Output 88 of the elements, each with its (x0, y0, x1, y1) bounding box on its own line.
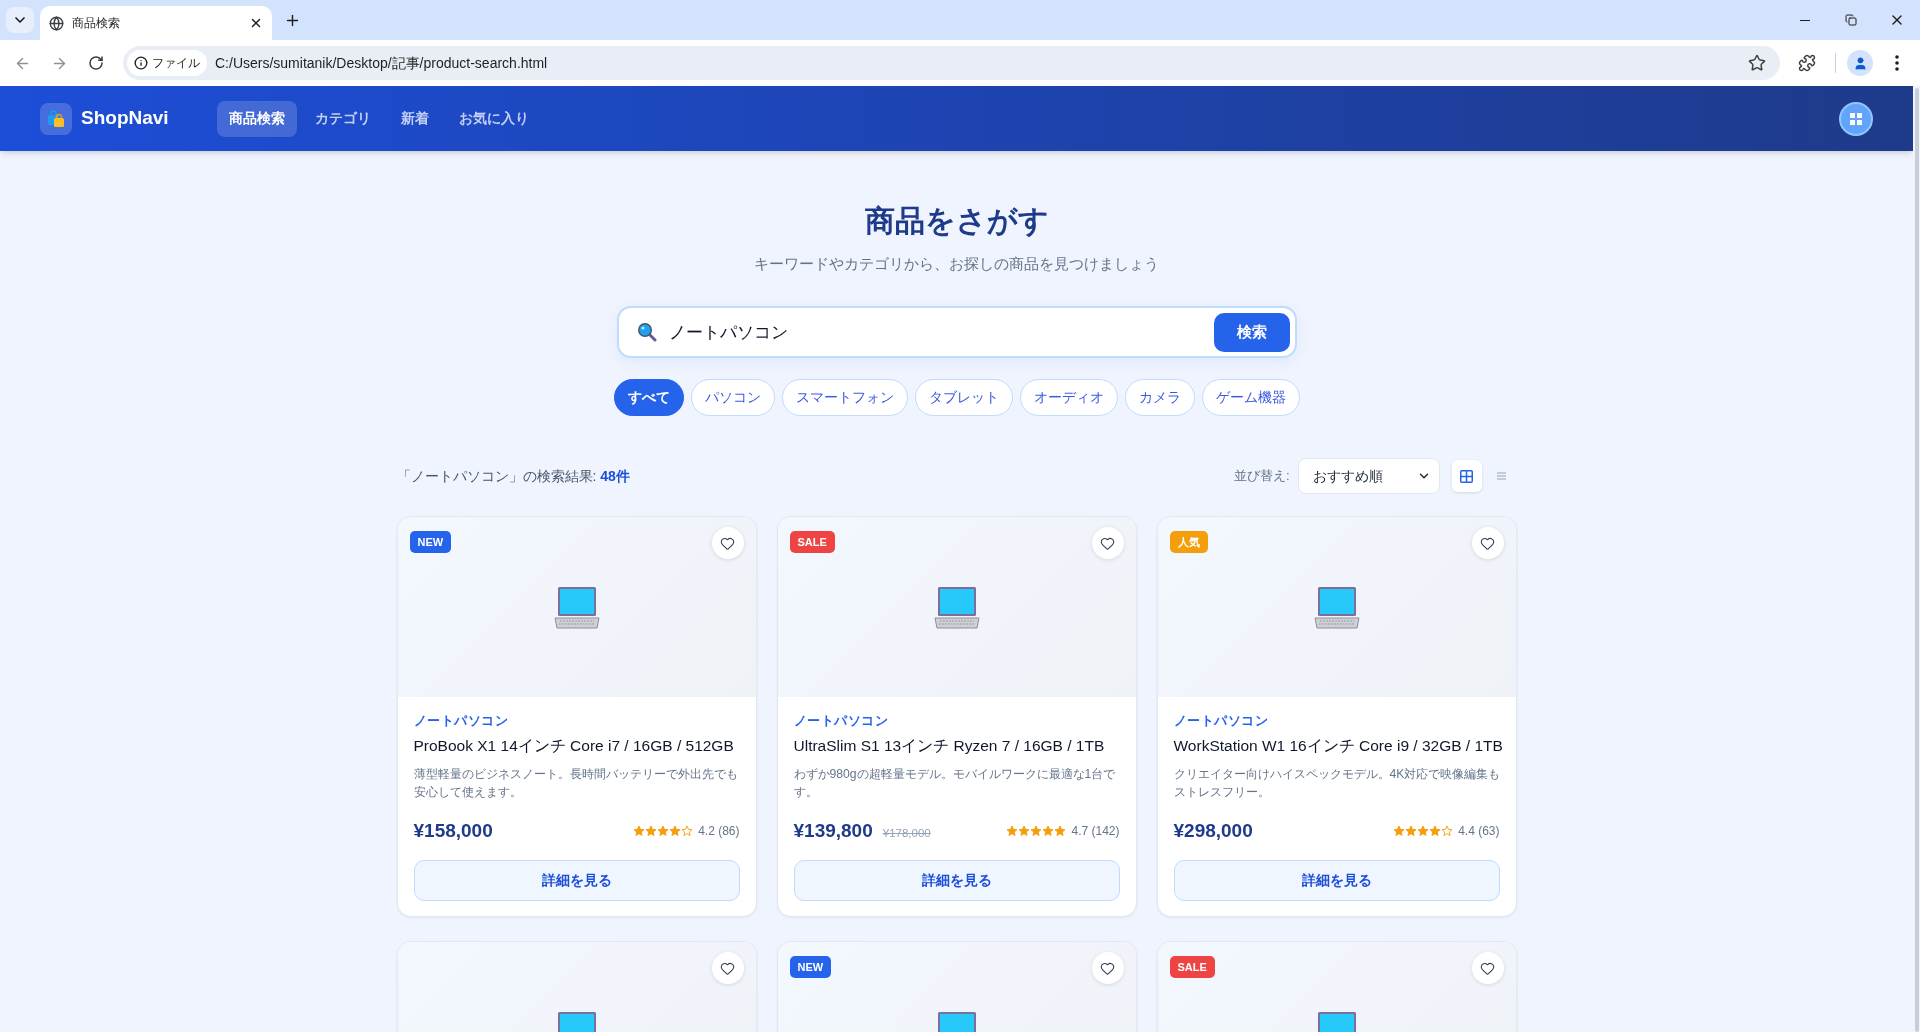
product-price: ¥158,000 (413, 818, 493, 843)
product-category: ノートパソコン (1173, 713, 1269, 729)
category-chip[interactable]: スマートフォン (781, 379, 908, 416)
tab-title: 商品検索 (72, 15, 121, 32)
nav-link[interactable]: お気に入り (446, 100, 541, 137)
original-price: ¥178,000 (882, 825, 931, 841)
star-icon (645, 825, 658, 837)
product-price: ¥139,800 (793, 818, 873, 843)
logo-text: ShopNavi (81, 106, 169, 131)
star-icon (1429, 825, 1442, 837)
product-description: クリエイター向けハイスペックモデル。4K対応で映像編集もストレスフリー。 (1173, 766, 1502, 801)
address-bar[interactable]: ファイル C:/Users/sumitanik/Desktop/記事/product-search.html (123, 46, 1780, 80)
search-button[interactable]: 検索 (1213, 312, 1290, 352)
details-button[interactable]: 詳細を見る (793, 860, 1120, 901)
sort-label: 並び替え: (1233, 467, 1290, 486)
product-price: ¥298,000 (1173, 818, 1253, 843)
page-title: 商品をさがす (864, 203, 1049, 239)
product-title: ProBook X1 14インチ Core i7 / 16GB / 512GB (413, 736, 735, 756)
tab-list-button[interactable] (6, 7, 34, 33)
bookmark-star-icon[interactable] (1748, 54, 1766, 72)
shopping-bags-icon (40, 102, 72, 135)
search-field[interactable]: ノートパソコン 検索 (616, 306, 1297, 358)
star-icon (1441, 825, 1454, 837)
page-subtitle: キーワードやカテゴリから、お探しの商品を見つけましょう (754, 254, 1159, 274)
globe-icon (49, 15, 64, 31)
list-view-icon (1497, 472, 1506, 480)
favorite-button[interactable] (1091, 952, 1124, 984)
product-badge: SALE (789, 531, 835, 553)
rating-text: 4.7 (142) (1071, 823, 1120, 840)
more-vertical-icon (1895, 55, 1899, 71)
star-icon (1018, 825, 1031, 837)
star-icon (681, 825, 694, 837)
star-icon (633, 825, 646, 837)
star-icon (657, 825, 670, 837)
favorite-button[interactable] (1471, 952, 1504, 984)
star-icon (1393, 825, 1406, 837)
close-icon (249, 16, 263, 30)
view-toggle-button[interactable] (1451, 460, 1482, 492)
reload-icon (88, 55, 104, 71)
product-description: わずか980gの超軽量モデル。モバイルワークに最適な1台です。 (793, 766, 1117, 801)
product-badge: 人気 (1169, 531, 1208, 553)
star-icon (1054, 825, 1067, 837)
product-badge: NEW (789, 956, 832, 978)
nav-link[interactable]: カテゴリ (302, 100, 383, 137)
site-info-label: ファイル (152, 55, 200, 72)
nav-link[interactable]: 新着 (388, 100, 441, 137)
rating-text: 4.2 (86) (698, 823, 740, 840)
sort-select[interactable]: おすすめ順 (1297, 458, 1440, 494)
star-icon (1405, 825, 1418, 837)
site-info-chip[interactable]: ファイル (127, 50, 207, 76)
details-button[interactable]: 詳細を見る (1173, 860, 1500, 901)
favorite-button[interactable] (1471, 527, 1504, 559)
profile-avatar-icon[interactable] (1847, 50, 1873, 76)
category-chip[interactable]: オーディオ (1019, 379, 1118, 416)
product-title: UltraSlim S1 13インチ Ryzen 7 / 16GB / 1TB (793, 736, 1106, 756)
results-summary: 「ノートパソコン」の検索結果: 48件 (396, 466, 630, 486)
star-icon (669, 825, 682, 837)
star-icon (1030, 825, 1043, 837)
grid-icon[interactable] (1839, 101, 1873, 136)
product-badge: SALE (1169, 956, 1215, 978)
grid-view-icon (1460, 469, 1473, 483)
star-icon (1006, 825, 1019, 837)
category-chip[interactable]: タブレット (914, 379, 1013, 416)
product-badge: NEW (409, 531, 452, 553)
product-title: WorkStation W1 16インチ Core i9 / 32GB / 1TB (1173, 736, 1500, 756)
category-chip[interactable]: すべて (613, 379, 684, 416)
product-category: ノートパソコン (413, 713, 509, 729)
favorite-button[interactable] (711, 527, 744, 559)
details-button[interactable]: 詳細を見る (413, 860, 740, 901)
favorite-button[interactable] (1091, 527, 1124, 559)
search-icon (636, 322, 657, 342)
browser-tab[interactable]: 商品検索 (40, 6, 272, 40)
star-icon (1417, 825, 1430, 837)
star-icon (1042, 825, 1055, 837)
url-text: C:/Users/sumitanik/Desktop/記事/product-search.html (215, 53, 549, 73)
product-description: 薄型軽量のビジネスノート。長時間バッテリーで外出先でも安心して使えます。 (413, 766, 739, 801)
category-chip[interactable]: ゲーム機器 (1201, 379, 1300, 416)
nav-link[interactable]: 商品検索 (216, 100, 297, 137)
info-icon (134, 56, 148, 70)
favorite-button[interactable] (711, 952, 744, 984)
product-category: ノートパソコン (793, 713, 889, 729)
category-chip[interactable]: パソコン (690, 379, 775, 416)
minimize-icon (1800, 19, 1810, 21)
category-chip[interactable]: カメラ (1124, 379, 1195, 416)
restore-icon (1845, 14, 1857, 26)
rating-text: 4.4 (63) (1458, 823, 1500, 840)
puzzle-icon (1798, 54, 1816, 72)
search-input[interactable]: ノートパソコン (668, 314, 1214, 350)
